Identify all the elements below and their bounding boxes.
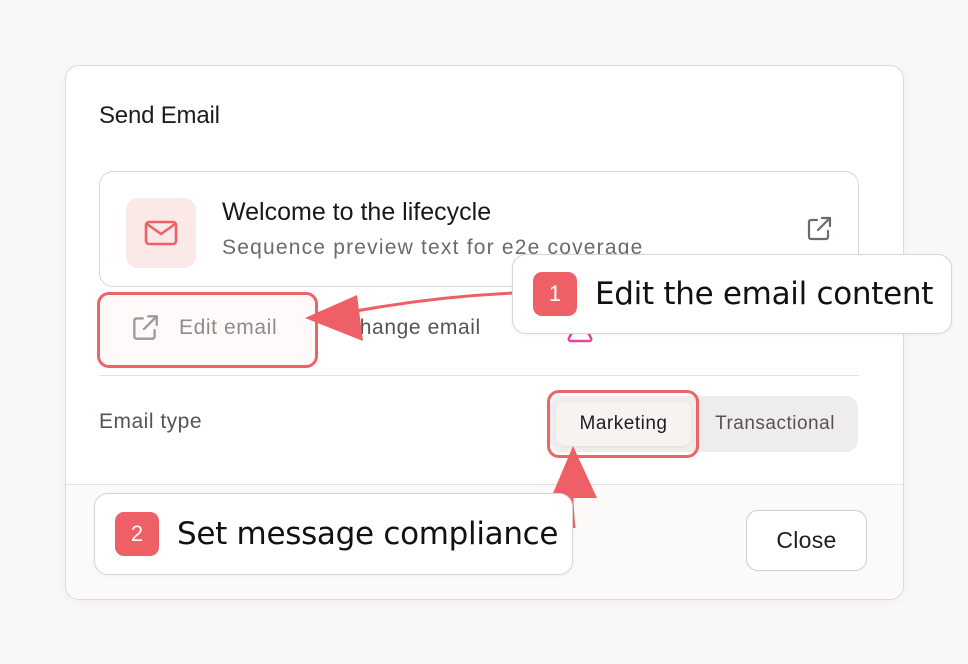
annotation-callout-2: 2 Set message compliance [94, 493, 573, 575]
modal-title: Send Email [99, 102, 220, 129]
highlight-edit-email [97, 292, 318, 368]
email-type-transactional[interactable]: Transactional [698, 402, 852, 446]
highlight-marketing [547, 390, 699, 458]
external-link-icon[interactable] [804, 214, 834, 244]
divider [99, 375, 859, 376]
email-name: Welcome to the lifecycle [222, 198, 492, 226]
change-email-label: Change email [344, 316, 481, 339]
mail-icon [126, 198, 196, 268]
annotation-text: Edit the email content [595, 276, 934, 312]
annotation-text: Set message compliance [177, 516, 559, 552]
change-email-button[interactable]: Change email [344, 291, 481, 365]
annotation-callout-1: 1 Edit the email content [512, 254, 952, 334]
annotation-badge: 1 [533, 272, 577, 316]
close-button[interactable]: Close [746, 510, 867, 571]
annotation-badge: 2 [115, 512, 159, 556]
email-type-label: Email type [99, 410, 203, 433]
